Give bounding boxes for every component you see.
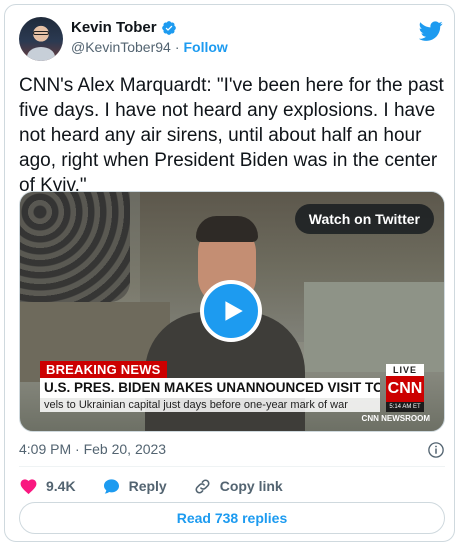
author-handle-row: @KevinTober94 · Follow (71, 39, 228, 55)
reporter-hair (196, 216, 258, 242)
broadcast-time: 5:14 AM ET (386, 402, 424, 412)
play-icon (225, 301, 243, 321)
reply-label: Reply (128, 478, 167, 494)
avatar[interactable] (19, 17, 63, 61)
author-handle[interactable]: @KevinTober94 (71, 39, 171, 55)
follow-button[interactable]: Follow (184, 39, 228, 55)
video-background-rocket-launcher (20, 192, 130, 302)
avatar-glasses (33, 31, 49, 35)
cnn-logo: CNN (386, 376, 424, 402)
separator-dot: · (174, 39, 180, 55)
author-name[interactable]: Kevin Tober (71, 19, 157, 36)
reply-button[interactable]: Reply (102, 477, 167, 496)
info-icon[interactable] (427, 441, 445, 459)
copy-link-button[interactable]: Copy link (193, 477, 283, 496)
twitter-bird-icon[interactable] (419, 19, 443, 43)
like-count: 9.4K (46, 478, 76, 494)
timestamp-row: 4:09 PM · Feb 20, 2023 (19, 441, 445, 461)
tweet-text: CNN's Alex Marquardt: "I've been here fo… (19, 75, 444, 196)
action-bar: 9.4K Reply Copy link (19, 475, 445, 497)
read-replies-button[interactable]: Read 738 replies (19, 502, 445, 534)
like-button[interactable]: 9.4K (19, 477, 76, 496)
tweet-header: Kevin Tober @KevinTober94 · Follow (19, 17, 443, 65)
link-icon (195, 478, 210, 494)
breaking-news-label: BREAKING NEWS (40, 361, 167, 378)
copy-link-label: Copy link (219, 478, 283, 494)
tweet-card: Kevin Tober @KevinTober94 · Follow CNN's… (4, 4, 455, 542)
video-background-vehicle (304, 282, 444, 372)
heart-icon (20, 478, 37, 494)
live-label: LIVE (386, 364, 424, 376)
divider (19, 466, 445, 467)
tweet-timestamp[interactable]: 4:09 PM · Feb 20, 2023 (19, 441, 166, 457)
avatar-shirt (27, 47, 55, 61)
author-name-row: Kevin Tober (71, 19, 177, 36)
chyron-subhead: vels to Ukrainian capital just days befo… (40, 398, 380, 412)
chyron-headline: U.S. PRES. BIDEN MAKES UNANNOUNCED VISIT… (40, 378, 380, 398)
verified-badge-icon (161, 20, 176, 35)
program-name: CNN NEWSROOM (361, 414, 430, 423)
reply-icon (103, 478, 119, 494)
watch-on-twitter-button[interactable]: Watch on Twitter (294, 204, 434, 234)
play-button[interactable] (200, 280, 262, 342)
video-player[interactable]: Watch on Twitter BREAKING NEWS U.S. PRES… (19, 191, 445, 432)
